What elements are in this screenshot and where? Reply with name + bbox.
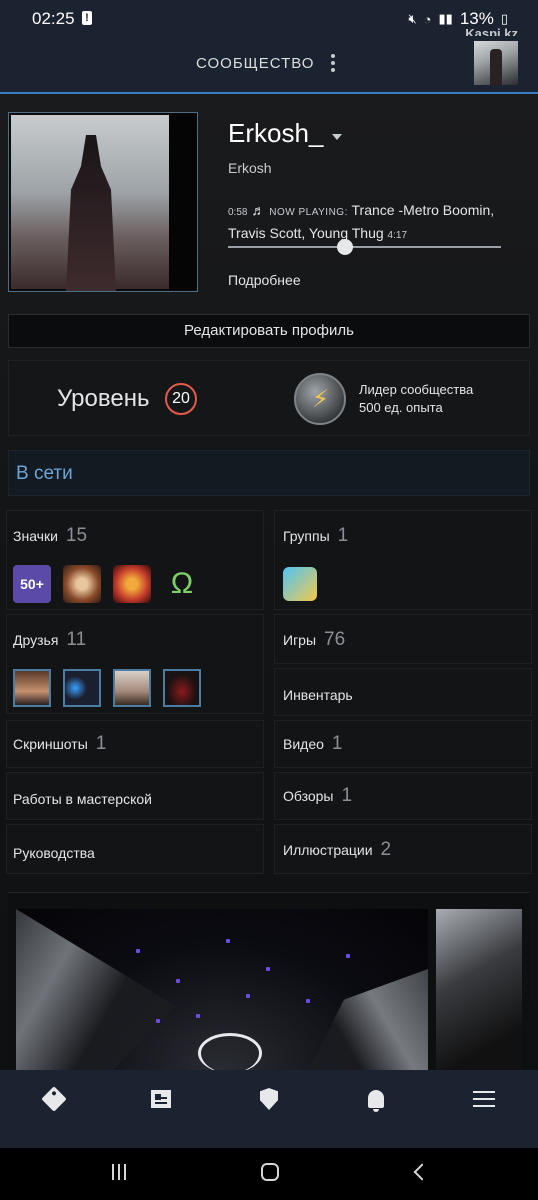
now-playing-label: NOW PLAYING: — [269, 207, 348, 218]
badge-list: 50+ Ω — [13, 565, 201, 603]
friend-avatar[interactable] — [163, 669, 201, 707]
now-playing: 0:58 ♬ NOW PLAYING: Trance -Metro Boomin… — [228, 200, 518, 246]
badge-omega-icon[interactable]: Ω — [163, 565, 201, 603]
groups-section[interactable]: Группы 1 — [274, 510, 532, 610]
page-title: СООБЩЕСТВО — [196, 55, 315, 72]
badges-section[interactable]: Значки 15 50+ Ω — [6, 510, 264, 610]
back-icon[interactable] — [413, 1163, 431, 1181]
header-avatar[interactable] — [474, 41, 518, 85]
persona-name[interactable]: Erkosh_ — [228, 118, 323, 149]
track-duration: 4:17 — [387, 230, 408, 241]
battery-icon: ▯ — [500, 11, 508, 26]
badge-xp: 500 ед. опыта — [359, 400, 443, 415]
signal-icon: ▮▮ — [438, 11, 453, 26]
avatar-image — [11, 115, 171, 291]
bell-icon[interactable] — [358, 1084, 394, 1114]
featured-badge-text: Лидер сообщества 500 ед. опыта — [359, 381, 473, 417]
guides-section[interactable]: Руководства — [6, 824, 264, 874]
friends-count: 11 — [66, 629, 87, 650]
badge-demon-icon[interactable] — [113, 565, 151, 603]
friend-list — [13, 669, 201, 707]
artwork-label: Иллюстрации 2 — [283, 839, 392, 860]
profile-avatar — [8, 112, 198, 292]
friends-section[interactable]: Друзья 11 — [6, 614, 264, 714]
status-time: 02:25 — [32, 9, 75, 28]
groups-count: 1 — [337, 525, 349, 546]
edit-profile-button[interactable]: Редактировать профиль — [8, 314, 530, 348]
guides-label: Руководства — [13, 845, 95, 861]
online-status: В сети — [8, 450, 530, 496]
games-section[interactable]: Игры 76 — [274, 614, 532, 664]
level-badge[interactable]: 20 — [165, 383, 197, 415]
workshop-section[interactable]: Работы в мастерской — [6, 772, 264, 820]
progress-track[interactable] — [228, 246, 501, 248]
more-info-link[interactable]: Подробнее — [228, 272, 301, 288]
shield-icon[interactable] — [251, 1084, 287, 1114]
profile-page: Erkosh_ Erkosh 0:58 ♬ NOW PLAYING: Tranc… — [0, 94, 538, 1071]
friends-label: Друзья 11 — [13, 629, 87, 650]
top-header: СООБЩЕСТВО — [0, 36, 538, 94]
friend-avatar[interactable] — [13, 669, 51, 707]
workshop-label: Работы в мастерской — [13, 791, 152, 807]
artwork-section[interactable]: Иллюстрации 2 — [274, 824, 532, 874]
level-panel: Уровень 20 ⚡ Лидер сообщества 500 ед. оп… — [8, 360, 530, 436]
reviews-count: 1 — [341, 785, 353, 806]
mute-icon: 🔇︎ — [408, 11, 417, 26]
level-label: Уровень — [57, 385, 150, 412]
lightning-badge-icon[interactable]: ⚡ — [294, 373, 346, 425]
badges-label: Значки 15 — [13, 525, 88, 546]
badge-50plus[interactable]: 50+ — [13, 565, 51, 603]
screenshots-count: 1 — [95, 733, 107, 754]
screenshots-section[interactable]: Скриншоты 1 — [6, 720, 264, 768]
inventory-label: Инвентарь — [283, 687, 353, 703]
videos-count: 1 — [331, 733, 343, 754]
showcase-artwork-side[interactable] — [436, 909, 522, 1071]
music-note-icon: ♬ — [251, 202, 266, 218]
chevron-down-icon[interactable] — [332, 134, 342, 140]
bottom-navigation — [0, 1070, 538, 1148]
progress-knob[interactable] — [337, 239, 354, 255]
artwork-count: 2 — [380, 839, 392, 860]
games-count: 76 — [324, 629, 346, 650]
badges-count: 15 — [65, 525, 88, 546]
groups-label: Группы 1 — [283, 525, 349, 546]
avatar-frame-decoration — [169, 113, 197, 291]
group-icon[interactable] — [283, 567, 317, 601]
videos-label: Видео 1 — [283, 733, 343, 754]
home-icon[interactable] — [261, 1163, 279, 1181]
friend-avatar[interactable] — [113, 669, 151, 707]
news-icon[interactable] — [143, 1084, 179, 1114]
videos-section[interactable]: Видео 1 — [274, 720, 532, 768]
group-list — [283, 567, 317, 601]
friend-avatar[interactable] — [63, 669, 101, 707]
elapsed-time: 0:58 — [228, 207, 248, 218]
inventory-section[interactable]: Инвентарь — [274, 668, 532, 716]
games-label: Игры 76 — [283, 629, 346, 650]
system-navigation — [0, 1148, 538, 1200]
alert-icon: ! — [82, 11, 92, 25]
reviews-section[interactable]: Обзоры 1 — [274, 772, 532, 820]
track-title: Trance -Metro Boomin, Travis Scott, Youn… — [228, 202, 495, 241]
menu-icon[interactable] — [466, 1084, 502, 1114]
online-status-text: В сети — [16, 463, 73, 484]
store-tag-icon[interactable] — [36, 1084, 72, 1114]
artwork-showcase — [8, 892, 530, 1071]
badge-ring-icon[interactable] — [63, 565, 101, 603]
more-options-icon[interactable] — [326, 52, 340, 74]
reviews-label: Обзоры 1 — [283, 785, 353, 806]
badge-title: Лидер сообщества — [359, 382, 474, 397]
recent-apps-icon[interactable] — [112, 1164, 130, 1182]
wifi-icon: ◔ — [423, 11, 432, 27]
real-name: Erkosh — [228, 160, 272, 176]
status-bar: 02:25 ! 🔇︎ ◔ ▮▮ 13% ▯ Kaspi.kz — [0, 0, 538, 41]
screenshots-label: Скриншоты 1 — [13, 733, 107, 754]
showcase-artwork-main[interactable] — [16, 909, 428, 1071]
